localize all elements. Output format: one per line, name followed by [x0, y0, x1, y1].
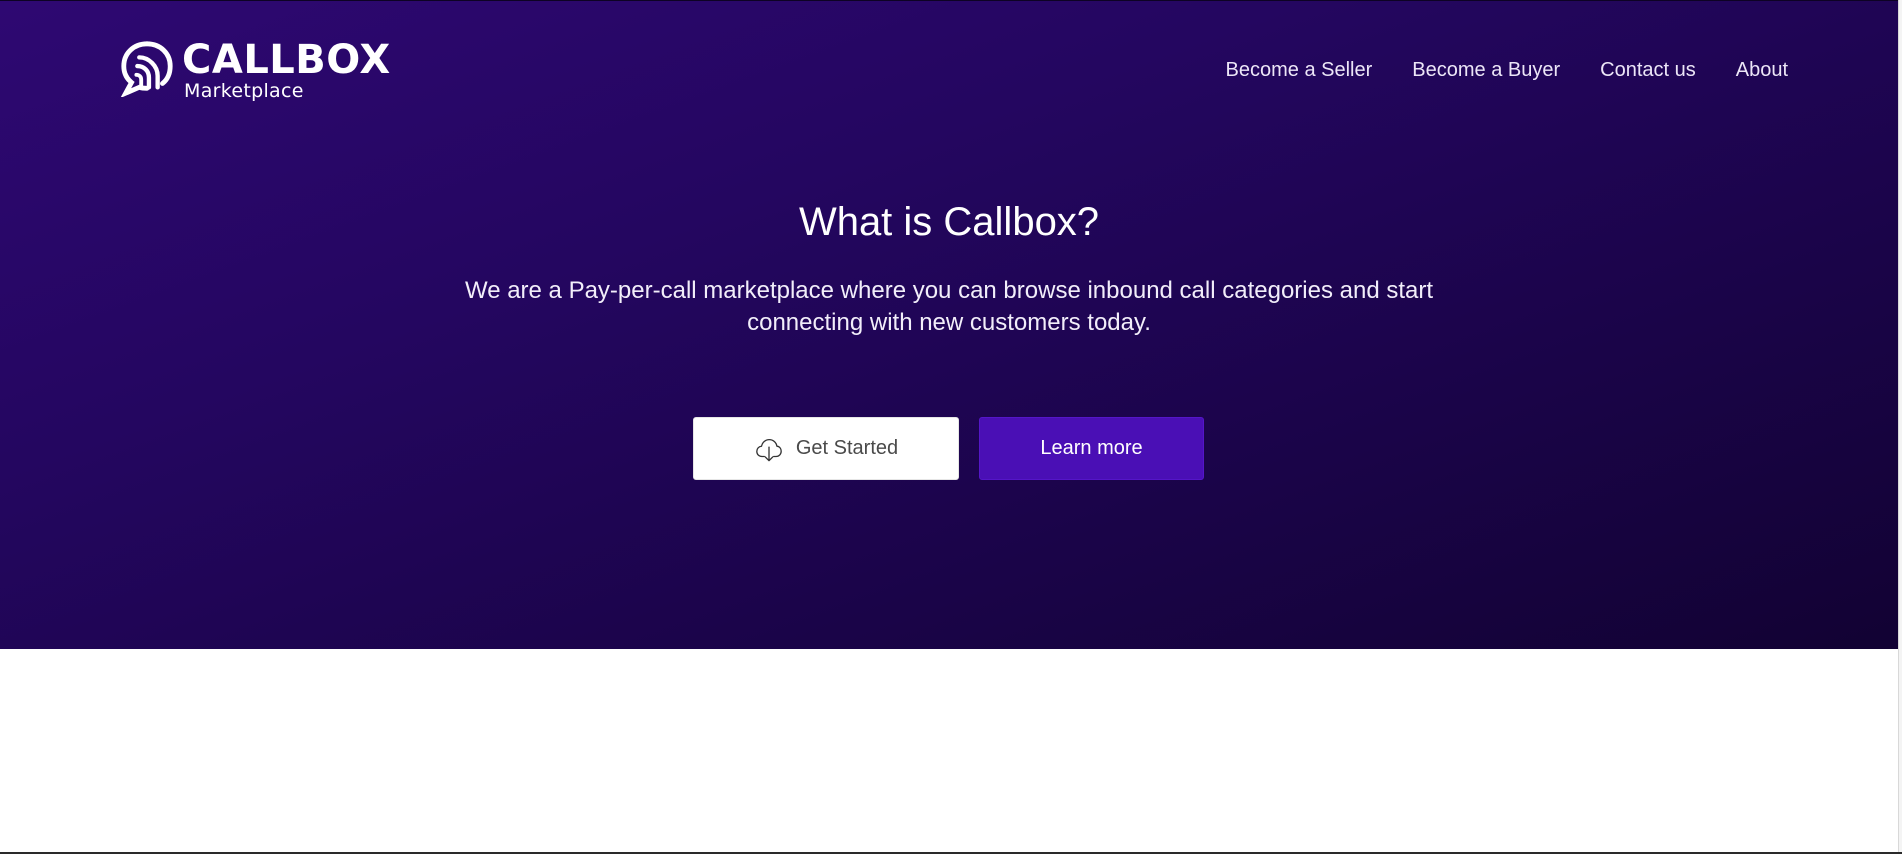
- nav-contact-us[interactable]: Contact us: [1600, 59, 1696, 82]
- chat-signal-icon: [120, 41, 173, 97]
- learn-more-button[interactable]: Learn more: [979, 417, 1204, 480]
- brand-wordmark: CALLBOX Marketplace: [182, 39, 391, 101]
- nav-become-seller[interactable]: Become a Seller: [1226, 59, 1373, 82]
- nav-about[interactable]: About: [1736, 59, 1788, 82]
- hero-section: CALLBOX Marketplace Become a Seller Beco…: [0, 0, 1898, 649]
- main-nav: Become a Seller Become a Buyer Contact u…: [1226, 59, 1788, 82]
- nav-become-buyer[interactable]: Become a Buyer: [1412, 59, 1560, 82]
- learn-more-label: Learn more: [1040, 437, 1143, 459]
- get-started-button[interactable]: Get Started: [693, 417, 959, 480]
- brand-name: CALLBOX: [182, 37, 391, 83]
- page-scroll-edge: [1898, 0, 1902, 854]
- hero-title: What is Callbox?: [798, 200, 1100, 244]
- brand-tagline: Marketplace: [184, 80, 304, 102]
- brand-logo[interactable]: CALLBOX Marketplace: [118, 39, 391, 101]
- cloud-download-icon: [756, 438, 782, 461]
- get-started-label: Get Started: [795, 437, 899, 459]
- hero-description: We are a Pay-per-call marketplace where …: [464, 277, 1434, 336]
